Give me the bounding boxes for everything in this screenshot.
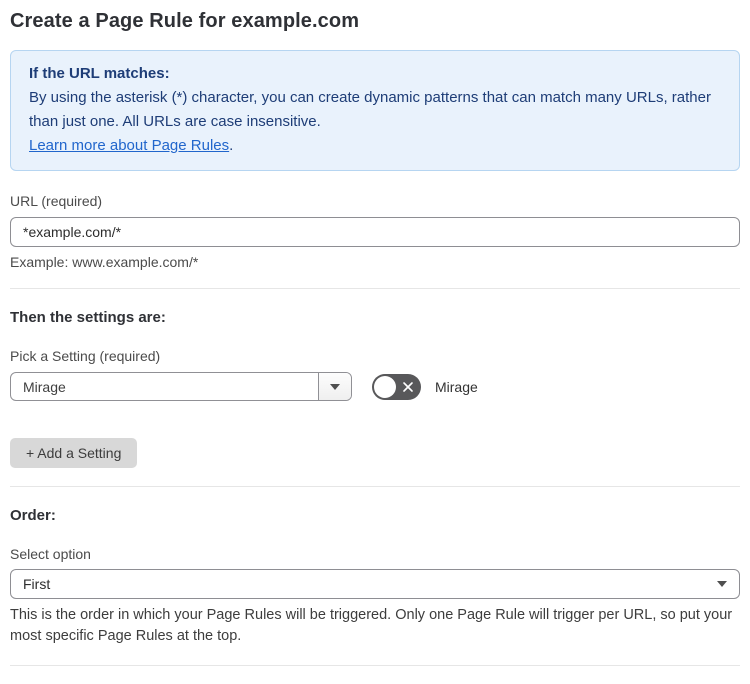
url-input[interactable] <box>10 217 740 247</box>
order-select-value: First <box>23 576 51 592</box>
add-setting-button[interactable]: + Add a Setting <box>10 438 138 468</box>
section-divider <box>10 288 740 289</box>
section-divider <box>10 665 740 666</box>
url-example-helper: Example: www.example.com/* <box>10 254 199 270</box>
settings-heading: Then the settings are: <box>10 309 166 326</box>
toggle-knob <box>374 375 396 398</box>
section-divider <box>10 486 740 487</box>
select-arrow-icon <box>717 581 727 587</box>
link-period: . <box>229 137 234 154</box>
dropdown-arrow-icon <box>330 383 340 390</box>
toggle-x-icon <box>403 381 413 392</box>
setting-select-value: Mirage <box>23 378 66 395</box>
setting-select[interactable]: Mirage <box>10 372 352 401</box>
order-select[interactable]: First <box>10 569 740 599</box>
info-box-body: By using the asterisk (*) character, you… <box>29 89 711 130</box>
setting-row: Mirage Mirage <box>10 372 740 401</box>
create-page-rule-form: Create a Page Rule for example.com If th… <box>0 0 750 684</box>
info-box-heading: If the URL matches: <box>29 65 170 82</box>
info-link-line: Learn more about Page Rules. <box>29 134 721 158</box>
order-heading: Order: <box>10 507 56 524</box>
url-label: URL (required) <box>10 193 103 209</box>
mirage-toggle[interactable] <box>372 373 421 400</box>
setting-select-arrow-button[interactable] <box>318 373 351 400</box>
select-option-label: Select option <box>10 546 91 562</box>
pick-setting-label: Pick a Setting (required) <box>10 348 161 364</box>
page-title: Create a Page Rule for example.com <box>10 10 360 32</box>
learn-more-link[interactable]: Learn more about Page Rules <box>29 137 229 154</box>
toggle-label: Mirage <box>435 378 478 395</box>
order-helper-text: This is the order in which your Page Rul… <box>10 607 733 644</box>
url-match-info-box: If the URL matches: By using the asteris… <box>10 50 740 171</box>
